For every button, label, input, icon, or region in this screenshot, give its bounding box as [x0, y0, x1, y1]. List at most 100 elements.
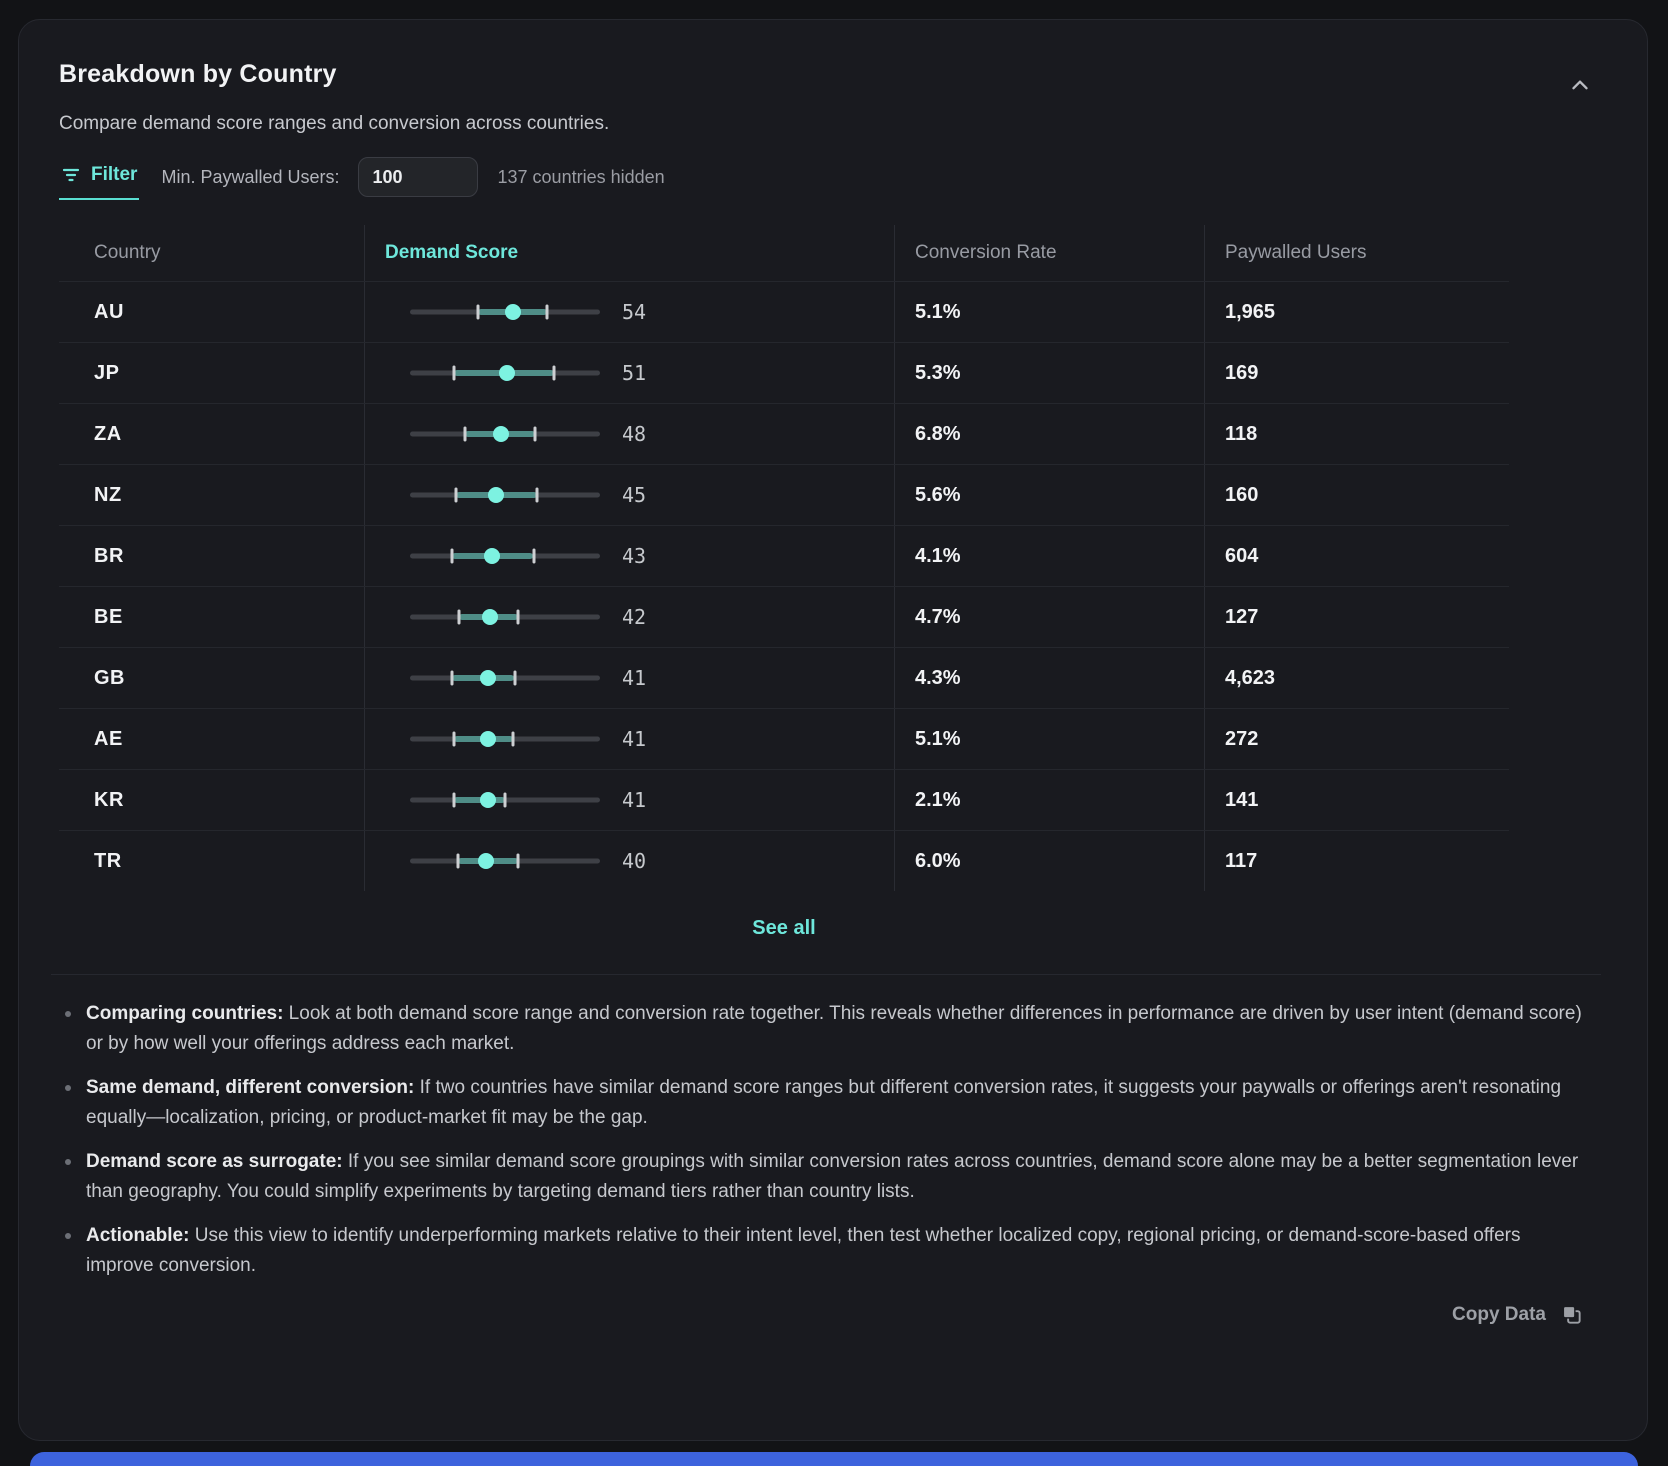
paywalled-users-value: 118: [1225, 423, 1257, 446]
slider-score-dot: [480, 731, 496, 747]
table-row: JP 51 5.3% 169: [59, 342, 1509, 403]
bullet-icon: [65, 1233, 71, 1239]
countries-hidden-note: 137 countries hidden: [498, 167, 665, 198]
table-row: BE 42 4.7% 127: [59, 586, 1509, 647]
note-lead: Demand score as surrogate:: [86, 1151, 343, 1172]
slider-max-tick: [511, 732, 514, 747]
country-code: BR: [94, 545, 124, 568]
paywalled-users-value: 141: [1225, 789, 1258, 812]
slider-score-dot: [505, 304, 521, 320]
note-lead: Same demand, different conversion:: [86, 1077, 414, 1098]
min-paywalled-input[interactable]: [358, 157, 478, 197]
demand-range-slider: [410, 485, 600, 505]
slider-max-tick: [513, 671, 516, 686]
table-row: BR 43 4.1% 604: [59, 525, 1509, 586]
next-card-peek-bar[interactable]: [30, 1452, 1638, 1466]
page-title: Breakdown by Country: [59, 60, 1607, 89]
slider-score-dot: [480, 792, 496, 808]
conversion-rate-value: 5.1%: [915, 728, 961, 751]
slider-score-dot: [493, 426, 509, 442]
country-code: GB: [94, 667, 125, 690]
see-all-link[interactable]: See all: [59, 917, 1509, 940]
slider-min-tick: [454, 488, 457, 503]
demand-range-slider: [410, 424, 600, 444]
table-row: NZ 45 5.6% 160: [59, 464, 1509, 525]
slider-min-tick: [464, 427, 467, 442]
table-row: GB 41 4.3% 4,623: [59, 647, 1509, 708]
copy-data-button[interactable]: Copy Data: [1452, 1303, 1583, 1326]
conversion-rate-value: 5.3%: [915, 362, 961, 385]
filter-tab[interactable]: Filter: [59, 164, 139, 200]
slider-score-dot: [482, 609, 498, 625]
slider-max-tick: [517, 854, 520, 869]
note-text: Use this view to identify underperformin…: [86, 1225, 1520, 1276]
filter-row: Filter Min. Paywalled Users: 137 countri…: [59, 157, 1607, 207]
collapse-button[interactable]: [1565, 72, 1595, 102]
slider-score-dot: [484, 548, 500, 564]
demand-range-slider: [410, 363, 600, 383]
slider-min-tick: [452, 793, 455, 808]
paywalled-users-value: 117: [1225, 850, 1257, 873]
min-paywalled-label: Min. Paywalled Users:: [161, 167, 339, 198]
conversion-rate-value: 6.8%: [915, 423, 961, 446]
insight-notes: Comparing countries: Look at both demand…: [59, 999, 1607, 1281]
slider-max-tick: [545, 305, 548, 320]
slider-max-tick: [553, 366, 556, 381]
conversion-rate-value: 6.0%: [915, 850, 961, 873]
demand-score-value: 42: [622, 605, 646, 629]
paywalled-users-value: 1,965: [1225, 301, 1275, 324]
copy-data-label: Copy Data: [1452, 1304, 1546, 1326]
country-code: ZA: [94, 423, 122, 446]
slider-min-tick: [458, 610, 461, 625]
slider-score-dot: [488, 487, 504, 503]
slider-min-tick: [477, 305, 480, 320]
paywalled-users-value: 272: [1225, 728, 1258, 751]
table-header-row: Country Demand Score Conversion Rate Pay…: [59, 225, 1509, 281]
breakdown-by-country-card: Breakdown by Country Compare demand scor…: [18, 19, 1648, 1441]
copy-icon: [1560, 1303, 1583, 1326]
slider-min-tick: [452, 366, 455, 381]
table-body: AU 54 5.1% 1,965 JP: [59, 281, 1509, 891]
demand-score-value: 45: [622, 483, 646, 507]
country-code: AU: [94, 301, 124, 324]
slider-score-dot: [499, 365, 515, 381]
demand-range-slider: [410, 302, 600, 322]
bullet-icon: [65, 1159, 71, 1165]
country-code: TR: [94, 850, 122, 873]
slider-score-dot: [478, 853, 494, 869]
bullet-icon: [65, 1011, 71, 1017]
slider-score-dot: [480, 670, 496, 686]
insight-note: Demand score as surrogate: If you see si…: [59, 1147, 1587, 1207]
country-code: AE: [94, 728, 123, 751]
table-row: AE 41 5.1% 272: [59, 708, 1509, 769]
conversion-rate-value: 4.3%: [915, 667, 961, 690]
insight-note: Comparing countries: Look at both demand…: [59, 999, 1587, 1059]
filter-label: Filter: [91, 164, 137, 186]
country-code: KR: [94, 789, 124, 812]
card-footer: Copy Data: [59, 1303, 1583, 1326]
card-subtitle: Compare demand score ranges and conversi…: [59, 113, 1607, 135]
note-text: Look at both demand score range and conv…: [86, 1003, 1582, 1054]
table-row: TR 40 6.0% 117: [59, 830, 1509, 891]
paywalled-users-value: 169: [1225, 362, 1258, 385]
demand-range-slider: [410, 668, 600, 688]
paywalled-users-value: 4,623: [1225, 667, 1275, 690]
country-code: JP: [94, 362, 119, 385]
column-header-country[interactable]: Country: [59, 225, 364, 281]
column-header-conversion-rate[interactable]: Conversion Rate: [894, 225, 1204, 281]
slider-max-tick: [532, 549, 535, 564]
chevron-up-icon: [1567, 73, 1593, 99]
column-header-demand-score[interactable]: Demand Score: [364, 225, 894, 281]
demand-range-slider: [410, 607, 600, 627]
slider-max-tick: [517, 610, 520, 625]
filter-icon: [61, 165, 81, 185]
demand-score-value: 41: [622, 666, 646, 690]
conversion-rate-value: 4.7%: [915, 606, 961, 629]
column-header-paywalled-users[interactable]: Paywalled Users: [1204, 225, 1509, 281]
conversion-rate-value: 5.1%: [915, 301, 961, 324]
slider-min-tick: [456, 854, 459, 869]
demand-score-value: 48: [622, 422, 646, 446]
conversion-rate-value: 4.1%: [915, 545, 961, 568]
conversion-rate-value: 2.1%: [915, 789, 961, 812]
bullet-icon: [65, 1085, 71, 1091]
